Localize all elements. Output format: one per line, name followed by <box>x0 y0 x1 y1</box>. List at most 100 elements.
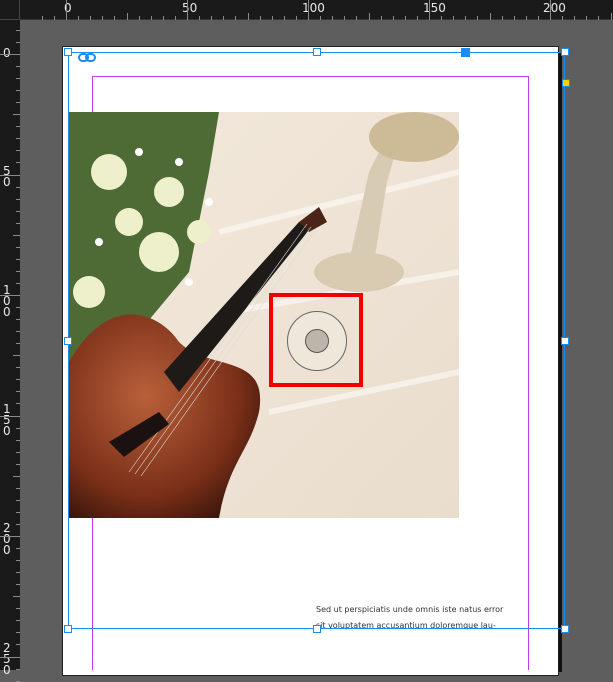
ruler-tick <box>416 16 418 20</box>
ruler-tick <box>16 331 20 333</box>
ruler-tick <box>501 16 503 20</box>
ruler-tick <box>562 16 564 20</box>
ruler-tick <box>465 16 467 20</box>
ruler-tick <box>16 463 20 465</box>
ruler-tick <box>78 16 80 20</box>
ruler-tick <box>525 16 527 20</box>
ruler-tick <box>16 41 20 43</box>
ruler-tick <box>16 403 20 405</box>
selected-frame[interactable] <box>68 52 565 629</box>
ruler-label: 50 <box>3 164 11 189</box>
ruler-tick <box>0 415 20 417</box>
ruler-tick <box>16 511 20 513</box>
ruler-tick <box>114 16 116 20</box>
ruler-tick <box>16 608 20 610</box>
ruler-tick <box>16 102 20 104</box>
ruler-tick <box>16 78 20 80</box>
ruler-tick <box>574 16 576 20</box>
ruler-tick <box>16 270 20 272</box>
ruler-tick <box>16 632 20 634</box>
ruler-tick <box>429 0 430 20</box>
ruler-tick <box>16 307 20 309</box>
ruler-tick <box>16 246 20 248</box>
ruler-tick <box>13 596 20 598</box>
handle-top-left[interactable] <box>64 48 72 56</box>
ruler-tick <box>0 295 20 296</box>
ruler-tick <box>16 620 20 622</box>
ruler-tick <box>13 355 20 357</box>
ruler-tick <box>16 186 20 188</box>
ruler-tick <box>16 391 20 393</box>
ruler-tick <box>247 13 249 20</box>
ruler-tick <box>295 16 297 20</box>
ruler-tick <box>16 126 20 128</box>
ruler-tick <box>138 16 140 20</box>
ruler-tick <box>13 114 20 116</box>
ruler-tick <box>187 0 188 20</box>
ruler-label: 250 <box>3 641 11 677</box>
handle-bottom-left[interactable] <box>64 625 72 633</box>
ruler-tick <box>16 90 20 92</box>
handle-bottom-right[interactable] <box>561 625 569 633</box>
ruler-tick <box>16 210 20 212</box>
ruler-tick <box>308 0 309 20</box>
ruler-tick <box>126 13 128 20</box>
ruler-tick <box>550 0 551 20</box>
live-corner-control[interactable] <box>562 79 570 87</box>
ruler-tick <box>16 584 20 586</box>
ruler-tick <box>16 379 20 381</box>
ruler-label: 50 <box>182 1 198 15</box>
ruler-tick <box>380 16 382 20</box>
ruler-tick <box>16 572 20 574</box>
ruler-tick <box>0 174 20 176</box>
ruler-label: 150 <box>3 402 11 438</box>
link-icon[interactable] <box>78 47 96 62</box>
vertical-ruler[interactable]: 0 50 100 150 200 250 <box>0 0 20 682</box>
ruler-tick <box>13 475 20 477</box>
ruler-tick <box>16 138 20 140</box>
handle-middle-right[interactable] <box>561 337 569 345</box>
handle-middle-left[interactable] <box>64 337 72 345</box>
ruler-tick <box>150 16 152 20</box>
ruler-tick <box>610 13 612 20</box>
ruler-tick <box>16 439 20 441</box>
ruler-tick <box>41 16 43 20</box>
ruler-tick <box>16 487 20 489</box>
ruler-label: 100 <box>3 283 11 319</box>
ruler-tick <box>235 16 237 20</box>
handle-bottom-center[interactable] <box>313 625 321 633</box>
ruler-tick <box>320 16 322 20</box>
ruler-label: 150 <box>423 1 446 15</box>
ruler-tick <box>586 16 588 20</box>
ruler-tick <box>344 16 346 20</box>
ruler-tick <box>368 13 370 20</box>
ruler-origin[interactable] <box>0 0 20 20</box>
handle-top-center[interactable] <box>313 48 321 56</box>
ruler-tick <box>271 16 273 20</box>
ruler-tick <box>16 523 20 525</box>
handle-top-right[interactable] <box>561 48 569 56</box>
ruler-tick <box>211 16 213 20</box>
ruler-tick <box>16 427 20 429</box>
ruler-tick <box>16 319 20 321</box>
ruler-tick <box>16 162 20 164</box>
ruler-tick <box>16 29 20 31</box>
ruler-tick <box>16 66 20 68</box>
ruler-tick <box>537 16 539 20</box>
ruler-tick <box>53 16 55 20</box>
ruler-tick <box>0 54 20 55</box>
ruler-tick <box>16 548 20 550</box>
ruler-tick <box>598 16 600 20</box>
ruler-tick <box>16 644 20 646</box>
ruler-label: 200 <box>3 521 11 557</box>
ruler-tick <box>0 536 20 537</box>
ruler-tick <box>16 668 20 670</box>
ruler-tick <box>513 16 515 20</box>
ruler-tick <box>477 16 479 20</box>
out-port[interactable] <box>461 48 470 57</box>
horizontal-ruler[interactable]: 0 50 100 150 200 <box>0 0 613 20</box>
ruler-tick <box>16 451 20 453</box>
ruler-tick <box>441 16 443 20</box>
ruler-tick <box>102 16 104 20</box>
ruler-tick <box>16 343 20 345</box>
